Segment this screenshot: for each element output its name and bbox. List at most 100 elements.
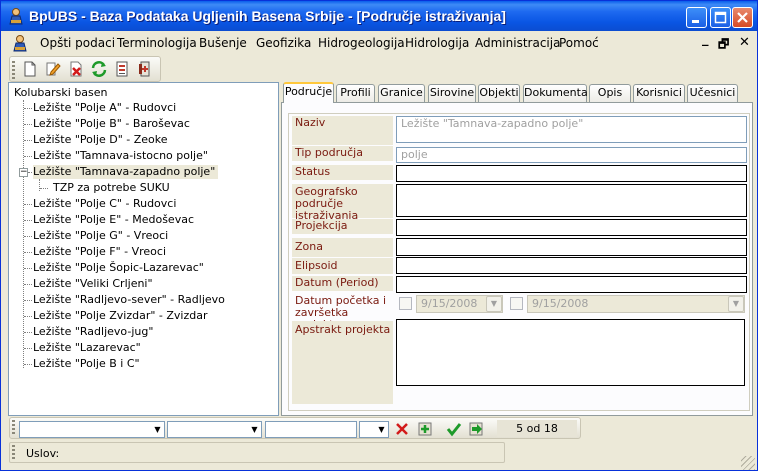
tab-opis[interactable]: Opis xyxy=(589,84,631,102)
projekcija-field[interactable] xyxy=(396,219,747,236)
main-window: BpUBS - Baza Podataka Ugljenih Basena Sr… xyxy=(0,0,758,471)
delete-document-icon[interactable] xyxy=(67,60,85,78)
tree-item[interactable]: Ležište "Polje E" - Medoševac xyxy=(33,213,194,227)
chevron-down-icon[interactable]: ▼ xyxy=(248,422,261,437)
tree-item[interactable]: Ležište "Polje Zvizdar" - Zvizdar xyxy=(33,309,208,323)
filter-combo-3[interactable]: ▼ xyxy=(359,421,389,438)
zona-label: Zona xyxy=(292,238,393,257)
tree-item[interactable]: Ležište "Lazarevac" xyxy=(33,341,141,355)
toolbar-grip[interactable] xyxy=(12,61,15,79)
tree-item[interactable]: Ležište "Polje F" - Vreoci xyxy=(33,245,166,259)
menu-opsti-podaci[interactable]: Opšti podaci xyxy=(40,36,115,50)
new-document-icon[interactable] xyxy=(21,60,39,78)
geografsko-podrucje-label: Geografsko područje istraživanja xyxy=(292,184,393,222)
tab-ucesnici[interactable]: Učesnici xyxy=(687,84,738,102)
edit-document-icon[interactable] xyxy=(44,60,62,78)
tree-item[interactable]: Ležište "Polje C" - Rudovci xyxy=(33,197,176,211)
naziv-field[interactable]: Ležište "Tamnava-zapadno polje" xyxy=(396,116,747,143)
window-title: BpUBS - Baza Podataka Ugljenih Basena Sr… xyxy=(29,8,506,24)
tip-podrucja-field[interactable]: polje xyxy=(396,147,747,163)
resize-grip[interactable] xyxy=(741,456,755,470)
tree-item[interactable]: Ležište "Polje B i C" xyxy=(33,357,140,371)
tab-dokumenta[interactable]: Dokumenta xyxy=(523,84,588,102)
tree-root[interactable]: Kolubarski basen xyxy=(14,86,108,100)
toolbar-grip[interactable] xyxy=(12,420,15,436)
filter-combo-1[interactable]: ▼ xyxy=(19,421,165,438)
mdi-minimize-button[interactable]: _ xyxy=(702,32,709,47)
tree-item[interactable]: Ležište "Polje D" - Zeoke xyxy=(33,133,168,147)
start-date-checkbox[interactable] xyxy=(399,297,412,310)
exit-icon[interactable] xyxy=(136,60,154,78)
main-toolbar xyxy=(9,56,161,82)
tip-podrucja-label: Tip područja xyxy=(292,146,393,161)
tree-item[interactable]: Ležište "Polje G" - Vreoci xyxy=(33,229,168,243)
tree-item-selected[interactable]: Ležište "Tamnava-zapadno polje" xyxy=(33,165,219,179)
projekcija-label: Projekcija xyxy=(292,219,393,234)
clear-filter-icon[interactable] xyxy=(394,421,410,437)
chevron-down-icon[interactable]: ▼ xyxy=(151,422,164,437)
status-field[interactable] xyxy=(396,165,747,182)
apstrakt-field[interactable] xyxy=(396,319,745,386)
minimize-button[interactable] xyxy=(686,7,707,28)
chevron-down-icon[interactable]: ▼ xyxy=(375,422,388,437)
status-bar: Uslov: xyxy=(9,442,505,463)
tree-panel[interactable]: Kolubarski basen Ležište "Polje A" - Rud… xyxy=(8,82,279,416)
form-frame: Naziv Ležište "Tamnava-zapadno polje" Ti… xyxy=(288,113,750,411)
apstrakt-label: Apstrakt projekta xyxy=(292,321,393,404)
elipsoid-label: Elipsoid xyxy=(292,258,393,274)
close-icon xyxy=(737,12,748,23)
end-date-field[interactable]: 9/15/2008 xyxy=(527,295,745,313)
apply-check-icon[interactable] xyxy=(446,421,462,437)
tab-profili[interactable]: Profili xyxy=(336,84,375,102)
maximize-button[interactable] xyxy=(710,7,731,28)
datum-period-field[interactable] xyxy=(396,276,747,293)
menu-geofizika[interactable]: Geofizika xyxy=(256,36,311,50)
menu-hidrologija[interactable]: Hidrologija xyxy=(405,36,469,50)
filter-value-input[interactable] xyxy=(265,421,357,438)
status-label: Status xyxy=(292,165,393,180)
tree-item[interactable]: Ležište "Radljevo-jug" xyxy=(33,325,153,339)
tree-subitem[interactable]: TZP za potrebe SUKU xyxy=(53,181,170,195)
geografsko-podrucje-field[interactable] xyxy=(396,184,747,217)
tab-content: Naziv Ležište "Tamnava-zapadno polje" Ti… xyxy=(281,102,753,416)
end-date-checkbox[interactable] xyxy=(510,297,523,310)
tab-korisnici[interactable]: Korisnici xyxy=(633,84,685,102)
statusbar-grip[interactable] xyxy=(12,445,15,461)
navigation-toolbar: ▼ ▼ ▼ 5 od 18 xyxy=(9,417,581,439)
menu-administracija[interactable]: Administracija xyxy=(475,36,560,50)
go-next-icon[interactable] xyxy=(468,421,484,437)
detail-panel: Područje Profili Granice Sirovine Objekt… xyxy=(281,82,753,416)
document-app-icon[interactable] xyxy=(11,34,29,52)
end-date-dropdown-icon[interactable]: ▼ xyxy=(728,296,744,312)
tree-item[interactable]: Ležište "Polje B" - Baroševac xyxy=(33,117,190,131)
refresh-icon[interactable] xyxy=(90,60,108,78)
report-icon[interactable] xyxy=(113,60,131,78)
filter-combo-2[interactable]: ▼ xyxy=(167,421,262,438)
tree-item[interactable]: Ležište "Veliki Crljeni" xyxy=(33,277,153,291)
zona-field[interactable] xyxy=(396,238,747,256)
tree-item[interactable]: Ležište "Radljevo-sever" - Radljevo xyxy=(33,293,225,307)
start-date-dropdown-icon[interactable]: ▼ xyxy=(486,296,502,312)
elipsoid-field[interactable] xyxy=(396,257,747,274)
tree-collapse-toggle[interactable]: − xyxy=(19,168,28,177)
tab-sirovine[interactable]: Sirovine xyxy=(428,84,476,102)
tree-item[interactable]: Ležište "Polje Šopic-Lazarevac" xyxy=(33,261,204,275)
tree-item[interactable]: Ležište "Tamnava-istocno polje" xyxy=(33,149,208,163)
app-icon[interactable] xyxy=(7,7,25,25)
tab-objekti[interactable]: Objekti xyxy=(478,84,520,102)
menu-bar: Opšti podaci Terminologija Bušenje Geofi… xyxy=(1,31,757,55)
close-button[interactable] xyxy=(732,7,753,28)
menu-pomoc[interactable]: Pomoć xyxy=(559,36,599,50)
mdi-restore-button[interactable]: 🗗 xyxy=(718,35,729,56)
title-bar[interactable]: BpUBS - Baza Podataka Ugljenih Basena Sr… xyxy=(1,1,757,31)
add-filter-icon[interactable] xyxy=(417,421,433,437)
tree-item[interactable]: Ležište "Polje A" - Rudovci xyxy=(33,101,176,115)
record-counter: 5 od 18 xyxy=(497,420,577,437)
menu-hidrogeologija[interactable]: Hidrogeologija xyxy=(318,36,405,50)
minimize-icon xyxy=(692,20,699,23)
mdi-close-button[interactable]: ✕ xyxy=(739,35,750,50)
tab-podrucje[interactable]: Područje xyxy=(283,82,334,103)
tab-granice[interactable]: Granice xyxy=(378,84,425,102)
menu-terminologija[interactable]: Terminologija xyxy=(117,36,197,50)
menu-busenje[interactable]: Bušenje xyxy=(199,36,247,50)
